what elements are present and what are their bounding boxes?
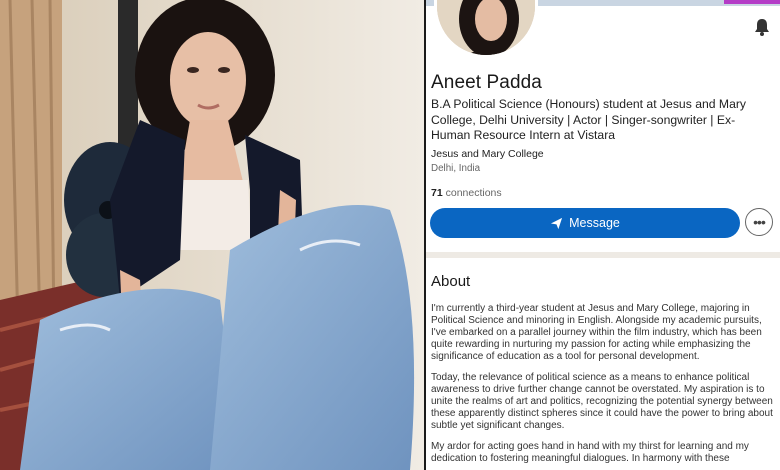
bell-icon[interactable] xyxy=(752,17,772,37)
profile-headline: B.A Political Science (Honours) student … xyxy=(431,97,746,142)
more-options-button[interactable]: ••• xyxy=(745,208,773,236)
profile-name: Aneet Padda xyxy=(431,72,542,93)
avatar[interactable] xyxy=(434,0,538,58)
connections-label: connections xyxy=(445,187,502,199)
connections-count: 71 xyxy=(431,187,443,199)
profile-location: Delhi, India xyxy=(431,163,481,174)
profile-photo xyxy=(0,0,424,470)
about-paragraph: Today, the relevance of political scienc… xyxy=(431,372,773,431)
profile-panel: Aneet Padda B.A Political Science (Honou… xyxy=(426,0,780,470)
message-button[interactable]: Message xyxy=(430,208,740,238)
message-button-label: Message xyxy=(569,216,620,230)
about-paragraph: I'm currently a third-year student at Je… xyxy=(431,303,762,362)
about-title: About xyxy=(431,273,471,290)
ellipsis-icon: ••• xyxy=(753,214,766,230)
education-link[interactable]: Jesus and Mary College xyxy=(431,148,544,160)
about-paragraph: My ardor for acting goes hand in hand wi… xyxy=(431,441,749,464)
avatar-illustration xyxy=(437,0,535,55)
banner-accent xyxy=(724,0,780,4)
about-section: I'm currently a third-year student at Je… xyxy=(431,303,775,470)
photo-illustration xyxy=(0,0,424,470)
section-divider xyxy=(426,252,780,258)
send-icon xyxy=(551,217,563,229)
connections-link[interactable]: 71 connections xyxy=(431,187,502,199)
